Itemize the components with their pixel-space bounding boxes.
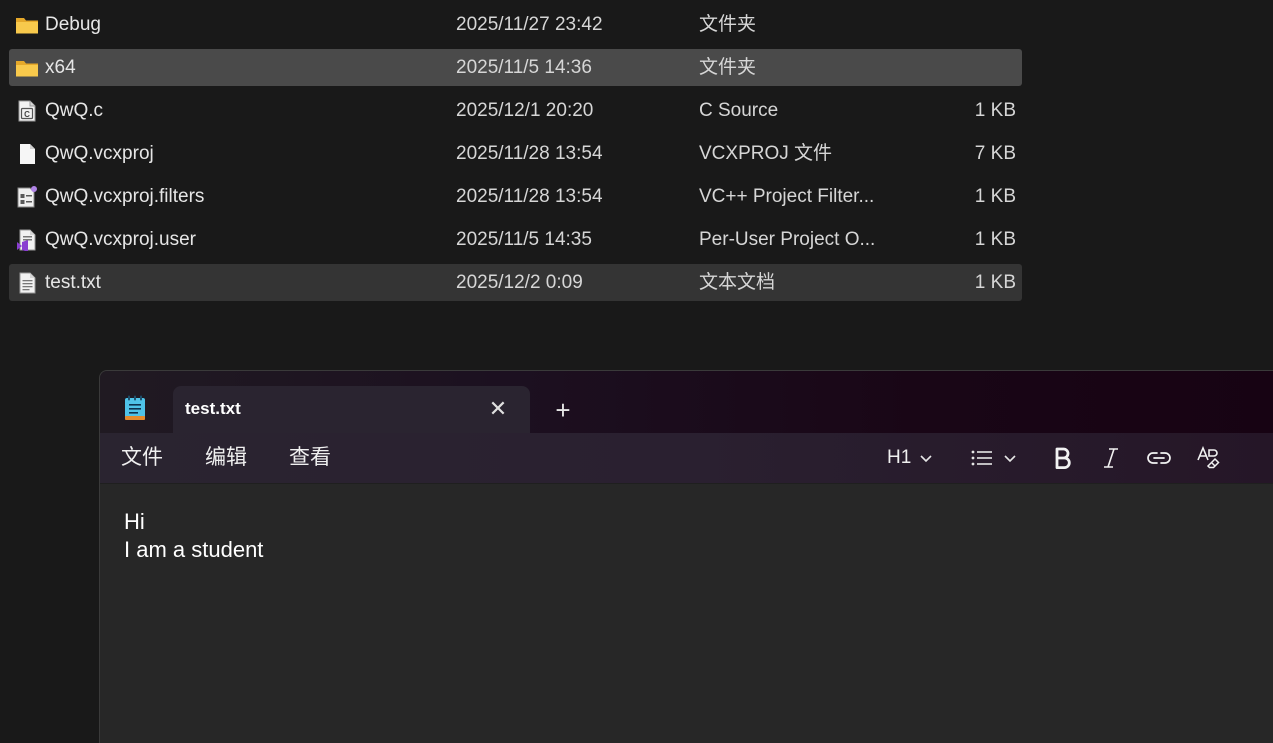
close-tab-button[interactable]: ✕ bbox=[485, 396, 511, 422]
file-row-qwq-vcxproj[interactable]: QwQ.vcxproj 2025/11/28 13:54 VCXPROJ 文件 … bbox=[9, 135, 1022, 172]
file-name: QwQ.c bbox=[45, 100, 104, 121]
chevron-down-icon bbox=[1003, 453, 1017, 463]
notepad-titlebar[interactable]: test.txt ✕ + bbox=[100, 371, 1273, 433]
editor-line-2: I am a student bbox=[124, 537, 264, 562]
file-date: 2025/11/5 14:35 bbox=[456, 229, 592, 250]
file-size: 7 KB bbox=[974, 143, 1016, 164]
c-source-file-icon: C bbox=[15, 100, 39, 122]
folder-icon bbox=[15, 57, 39, 79]
clear-formatting-button[interactable] bbox=[1196, 443, 1220, 473]
tab-title: test.txt bbox=[185, 399, 241, 418]
heading-label: H1 bbox=[887, 447, 912, 468]
file-type: Per-User Project O... bbox=[699, 229, 876, 250]
file-row-qwq-vcxproj-user[interactable]: QwQ.vcxproj.user 2025/11/5 14:35 Per-Use… bbox=[9, 221, 1022, 258]
file-type: C Source bbox=[699, 100, 779, 121]
file-date: 2025/11/28 13:54 bbox=[456, 143, 603, 164]
file-date: 2025/12/1 20:20 bbox=[456, 100, 594, 121]
file-row-qwq-vcxproj-filters[interactable]: QwQ.vcxproj.filters 2025/11/28 13:54 VC+… bbox=[9, 178, 1022, 215]
folder-icon bbox=[15, 14, 39, 36]
link-button[interactable] bbox=[1147, 443, 1171, 473]
project-filters-file-icon bbox=[15, 186, 39, 208]
file-name: x64 bbox=[45, 57, 76, 78]
file-type: VCXPROJ 文件 bbox=[699, 143, 833, 164]
new-tab-button[interactable]: + bbox=[548, 395, 578, 425]
editor-line-1: Hi bbox=[124, 509, 145, 534]
file-date: 2025/11/5 14:36 bbox=[456, 57, 592, 78]
generic-file-icon bbox=[15, 143, 39, 165]
file-name: Debug bbox=[45, 14, 101, 35]
heading-dropdown[interactable]: H1 bbox=[887, 443, 933, 473]
file-type: 文件夹 bbox=[699, 57, 757, 78]
menu-edit[interactable]: 编辑 bbox=[205, 445, 247, 471]
notepad-app-icon bbox=[124, 395, 146, 421]
notepad-window: test.txt ✕ + 文件 编辑 查看 H1 Hi I am a stude… bbox=[99, 370, 1273, 743]
list-dropdown[interactable] bbox=[971, 443, 1017, 473]
file-size: 1 KB bbox=[974, 229, 1016, 250]
italic-icon bbox=[1101, 447, 1121, 469]
tab-test-txt[interactable]: test.txt ✕ bbox=[173, 386, 530, 433]
file-row-debug[interactable]: Debug 2025/11/27 23:42 文件夹 bbox=[9, 6, 1022, 43]
file-size: 1 KB bbox=[974, 186, 1016, 207]
file-name: QwQ.vcxproj.user bbox=[45, 229, 196, 250]
text-file-icon bbox=[15, 272, 39, 294]
menu-file[interactable]: 文件 bbox=[121, 445, 163, 471]
svg-text:C: C bbox=[24, 110, 30, 119]
file-type: 文本文档 bbox=[699, 272, 776, 293]
file-row-test-txt[interactable]: test.txt 2025/12/2 0:09 文本文档 1 KB bbox=[9, 264, 1022, 301]
italic-button[interactable] bbox=[1101, 443, 1121, 473]
file-name: test.txt bbox=[45, 272, 101, 293]
file-row-x64[interactable]: x64 2025/11/5 14:36 文件夹 bbox=[9, 49, 1022, 86]
chevron-down-icon bbox=[919, 453, 933, 463]
bold-icon bbox=[1054, 447, 1072, 469]
visual-studio-file-icon bbox=[15, 229, 39, 251]
clear-formatting-icon bbox=[1196, 446, 1220, 470]
file-date: 2025/12/2 0:09 bbox=[456, 272, 583, 293]
menu-bar: 文件 编辑 查看 H1 bbox=[100, 433, 1273, 484]
file-date: 2025/11/28 13:54 bbox=[456, 186, 603, 207]
editor-area[interactable]: Hi I am a student bbox=[100, 484, 1273, 743]
file-name: QwQ.vcxproj.filters bbox=[45, 186, 205, 207]
file-name: QwQ.vcxproj bbox=[45, 143, 154, 164]
bold-button[interactable] bbox=[1054, 443, 1072, 473]
menu-view[interactable]: 查看 bbox=[289, 445, 331, 471]
file-size: 1 KB bbox=[974, 100, 1016, 121]
file-type: VC++ Project Filter... bbox=[699, 186, 875, 207]
file-size: 1 KB bbox=[974, 272, 1016, 293]
link-icon bbox=[1147, 450, 1171, 466]
file-type: 文件夹 bbox=[699, 14, 757, 35]
file-date: 2025/11/27 23:42 bbox=[456, 14, 603, 35]
list-icon bbox=[971, 449, 993, 467]
file-row-qwq-c[interactable]: C QwQ.c 2025/12/1 20:20 C Source 1 KB bbox=[9, 92, 1022, 129]
file-list: Debug 2025/11/27 23:42 文件夹 x64 2025/11/5… bbox=[9, 6, 1022, 307]
